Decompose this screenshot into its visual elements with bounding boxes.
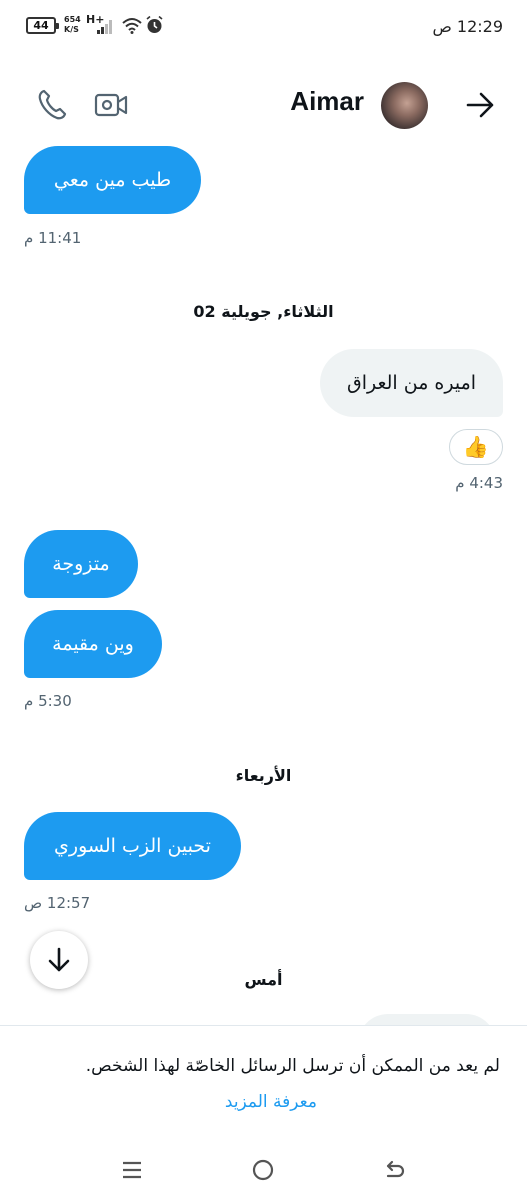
clock: 12:29 ص <box>432 17 503 36</box>
avatar[interactable] <box>381 82 428 129</box>
back-arrow-icon[interactable] <box>460 88 500 122</box>
message-time: 12:57 ص <box>24 894 91 912</box>
back-icon[interactable] <box>383 1158 407 1182</box>
notice-text: لم يعد من الممكن أن ترسل الرسائل الخاصّة… <box>85 1056 500 1076</box>
learn-more-link[interactable]: معرفة المزيد <box>225 1092 317 1112</box>
conversation-header: Aimar <box>0 66 527 146</box>
network-speed: 654 K/S <box>64 15 84 35</box>
signal-icon <box>97 20 112 34</box>
reaction-thumbs-up[interactable]: 👍 <box>449 429 503 465</box>
battery-icon: 44 <box>26 17 59 34</box>
status-bar: 44 654 K/S H+ 12:29 ص <box>0 0 527 56</box>
system-nav-bar <box>0 1140 527 1200</box>
day-separator: الأربعاء <box>235 766 292 785</box>
message-bubble-incoming[interactable]: متزوجة <box>24 530 138 598</box>
message-bubble-incoming[interactable]: وين مقيمة <box>24 610 162 678</box>
message-time: 11:41 م <box>24 229 82 247</box>
message-bubble-incoming[interactable]: طيب مين معي <box>24 146 201 214</box>
video-call-icon[interactable] <box>94 90 128 120</box>
message-bubble-outgoing[interactable]: اميره من العراق <box>320 349 503 417</box>
message-time: 4:43 م <box>455 474 503 492</box>
wifi-icon <box>122 18 142 34</box>
contact-name[interactable]: Aimar <box>290 86 364 117</box>
home-icon[interactable] <box>251 1158 275 1182</box>
message-time: 5:30 م <box>24 692 72 710</box>
battery-level: 44 <box>33 19 49 32</box>
scroll-to-bottom-button[interactable] <box>30 931 88 989</box>
arrow-down-icon <box>48 947 70 972</box>
message-bubble-incoming[interactable]: تحبين الزب السوري <box>24 812 241 880</box>
network-speed-value: 654 <box>64 15 81 24</box>
dm-disabled-notice: لم يعد من الممكن أن ترسل الرسائل الخاصّة… <box>0 1025 527 1139</box>
phone-icon[interactable] <box>36 88 68 122</box>
alarm-icon <box>146 16 163 33</box>
day-separator: الثلاثاء, جويلية 02 <box>193 302 334 321</box>
menu-icon[interactable] <box>120 1158 144 1182</box>
network-speed-unit: K/S <box>64 25 79 34</box>
